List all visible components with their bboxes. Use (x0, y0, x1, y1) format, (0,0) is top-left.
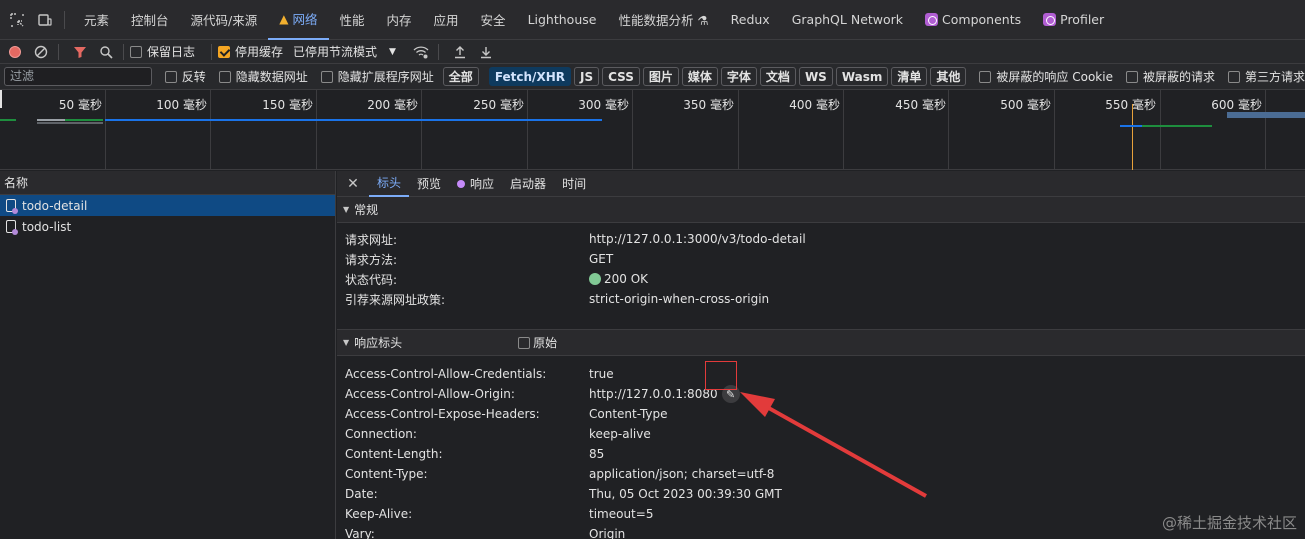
annotation-arrow-icon (740, 392, 927, 498)
watermark: @稀土掘金技术社区 (1161, 514, 1297, 532)
